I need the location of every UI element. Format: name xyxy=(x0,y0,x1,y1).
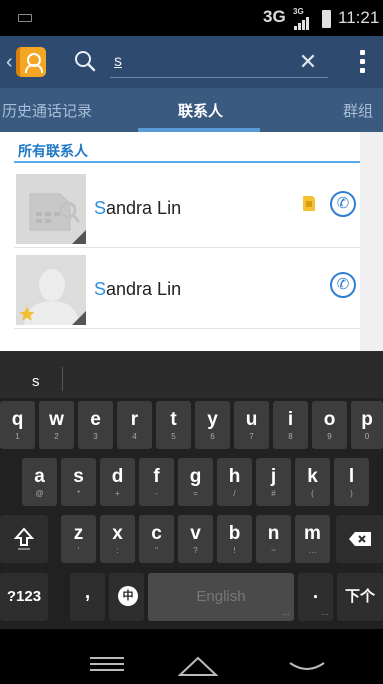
home-icon[interactable] xyxy=(178,655,218,677)
divider xyxy=(62,367,63,391)
key-j[interactable]: j # xyxy=(256,458,291,506)
key-i[interactable]: i8 xyxy=(273,401,308,449)
suggestion-bar: s xyxy=(0,351,383,398)
contacts-app-icon[interactable] xyxy=(16,47,46,77)
close-icon[interactable]: ✕ xyxy=(298,51,318,73)
fast-scroll-strip[interactable] xyxy=(360,132,383,351)
section-header-label: 所有联系人 xyxy=(18,143,88,159)
contact-list: 所有联系人 Sandra Lin ✆ Sandra Lin ✆ xyxy=(0,132,383,351)
language-icon: 中 xyxy=(118,586,138,606)
search-input-value: s xyxy=(114,53,122,70)
search-input[interactable]: s xyxy=(110,50,328,78)
key-w[interactable]: w2 xyxy=(39,401,74,449)
key-o[interactable]: o9 xyxy=(312,401,347,449)
key-v[interactable]: v? xyxy=(178,515,213,563)
key-s[interactable]: s * xyxy=(61,458,96,506)
list-item[interactable]: Sandra Lin ✆ xyxy=(14,249,360,329)
back-icon[interactable] xyxy=(287,661,327,673)
phone-icon[interactable]: ✆ xyxy=(330,191,356,217)
tab-groups[interactable]: 群组 xyxy=(343,100,373,121)
contact-name: Sandra Lin xyxy=(94,198,182,218)
search-icon xyxy=(75,51,96,72)
key-q[interactable]: q1 xyxy=(0,401,35,449)
battery-icon xyxy=(322,10,331,28)
key-g[interactable]: g = xyxy=(178,458,213,506)
backspace-key[interactable] xyxy=(336,515,383,563)
key-k[interactable]: k( xyxy=(295,458,330,506)
key-e[interactable]: e3 xyxy=(78,401,113,449)
back-chevron-icon[interactable]: ‹ xyxy=(6,52,16,72)
enter-key[interactable]: 下个 xyxy=(337,573,383,621)
soft-keyboard: s q1 w2 e3 r4 t5 y6 u7 i8 o9 p0 a @ s * d +… xyxy=(0,351,383,629)
key-z[interactable]: z ' xyxy=(61,515,96,563)
key-f[interactable]: f- xyxy=(139,458,174,506)
key-m[interactable]: m… xyxy=(295,515,330,563)
tab-bar: 历史通话记录 联系人 群组 xyxy=(0,88,383,132)
signal-icon xyxy=(294,17,312,30)
sim-card-icon xyxy=(303,196,315,211)
key-p[interactable]: p0 xyxy=(351,401,383,449)
tab-call-history[interactable]: 历史通话记录 xyxy=(2,100,92,121)
comma-key[interactable]: , xyxy=(70,573,105,621)
network-type: 3G xyxy=(263,7,286,26)
key-u[interactable]: u7 xyxy=(234,401,269,449)
section-header: 所有联系人 xyxy=(14,139,360,163)
overflow-menu-icon[interactable] xyxy=(358,50,366,74)
key-n[interactable]: n ~ xyxy=(256,515,291,563)
clock: 11:21 xyxy=(338,8,380,27)
space-key[interactable]: English … xyxy=(148,573,294,621)
backspace-icon xyxy=(349,532,371,546)
network-type-small: 3G xyxy=(293,7,304,16)
contact-name: Sandra Lin xyxy=(94,279,182,299)
key-a[interactable]: a @ xyxy=(22,458,57,506)
star-icon xyxy=(19,306,35,321)
status-bar: 3G 3G 11:21 xyxy=(0,0,383,36)
language-switch-key[interactable]: 中 xyxy=(109,573,144,621)
key-b[interactable]: b! xyxy=(217,515,252,563)
tab-contacts[interactable]: 联系人 xyxy=(178,100,223,121)
action-bar: ‹ s ✕ xyxy=(0,36,383,88)
key-h[interactable]: h / xyxy=(217,458,252,506)
phone-icon[interactable]: ✆ xyxy=(330,272,356,298)
shift-icon xyxy=(14,527,34,550)
key-y[interactable]: y6 xyxy=(195,401,230,449)
avatar xyxy=(16,174,86,244)
symbols-key[interactable]: ?123 xyxy=(0,573,48,621)
key-x[interactable]: x: xyxy=(100,515,135,563)
key-t[interactable]: t5 xyxy=(156,401,191,449)
list-item[interactable]: Sandra Lin ✆ xyxy=(14,168,360,248)
navigation-bar xyxy=(0,629,383,684)
period-key[interactable]: .… xyxy=(298,573,333,621)
suggestion-word[interactable]: s xyxy=(32,373,40,390)
key-c[interactable]: c " xyxy=(139,515,174,563)
key-d[interactable]: d + xyxy=(100,458,135,506)
key-r[interactable]: r4 xyxy=(117,401,152,449)
key-l[interactable]: l) xyxy=(334,458,369,506)
shift-key[interactable] xyxy=(0,515,48,563)
avatar xyxy=(16,255,86,325)
keyboard-notification-icon xyxy=(18,14,32,22)
recent-apps-icon[interactable] xyxy=(90,657,124,671)
